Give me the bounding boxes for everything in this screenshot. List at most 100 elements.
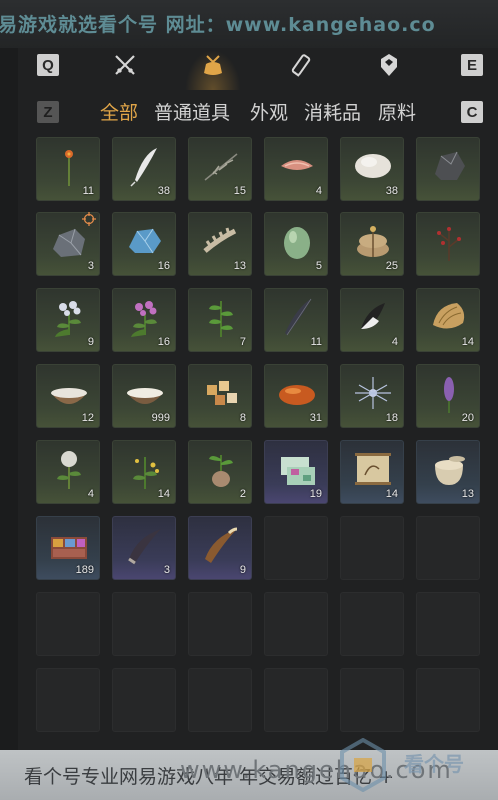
item-slot[interactable]: 5 — [264, 212, 328, 276]
grass-stalk-icon — [204, 153, 238, 181]
item-count: 5 — [315, 260, 322, 272]
item-count: 14 — [157, 488, 170, 500]
empty-slot[interactable] — [36, 668, 100, 732]
raw-meat-icon — [281, 160, 313, 170]
item-slot[interactable]: 9 — [188, 516, 252, 580]
weapon-icon — [115, 55, 135, 75]
category-weapon[interactable] — [108, 48, 142, 82]
item-slot[interactable]: 13 — [416, 440, 480, 504]
item-count: 9 — [239, 564, 246, 576]
item-count: 2 — [239, 488, 246, 500]
item-slot[interactable]: 19 — [264, 440, 328, 504]
item-count: 25 — [385, 260, 398, 272]
empty-slot[interactable] — [112, 668, 176, 732]
item-count: 31 — [309, 412, 322, 424]
item-slot[interactable] — [416, 137, 480, 201]
item-slot[interactable]: 7 — [188, 288, 252, 352]
empty-slot[interactable] — [340, 668, 404, 732]
spider-lily-icon — [355, 377, 391, 409]
scroll-painting-icon — [355, 453, 391, 485]
empty-slot[interactable] — [188, 592, 252, 656]
key-hint-q[interactable]: Q — [37, 54, 59, 76]
empty-slot[interactable] — [416, 592, 480, 656]
item-slot[interactable]: 13 — [188, 212, 252, 276]
item-count: 15 — [233, 185, 246, 197]
jewelry-box-icon — [51, 537, 87, 559]
item-slot[interactable]: 14 — [340, 440, 404, 504]
item-slot[interactable]: 31 — [264, 364, 328, 428]
item-slot[interactable]: 18 — [340, 364, 404, 428]
key-hint-e[interactable]: E — [461, 54, 483, 76]
item-slot[interactable]: 20 — [416, 364, 480, 428]
empty-slot[interactable] — [112, 592, 176, 656]
item-slot[interactable]: 8 — [188, 364, 252, 428]
item-slot[interactable]: 12 — [36, 364, 100, 428]
category-pouch[interactable] — [196, 48, 230, 82]
item-slot[interactable]: 9 — [36, 288, 100, 352]
empty-slot[interactable] — [340, 592, 404, 656]
purple-flower-spike-icon — [444, 377, 454, 413]
white-flower-herb-icon — [55, 301, 81, 337]
item-slot[interactable]: 999 — [112, 364, 176, 428]
item-count: 12 — [81, 412, 94, 424]
green-herb-icon — [209, 301, 233, 337]
item-count: 16 — [157, 336, 170, 348]
item-slot[interactable] — [416, 212, 480, 276]
empty-slot[interactable] — [416, 516, 480, 580]
category-crest[interactable] — [372, 48, 406, 82]
rice-bowl-icon — [127, 388, 163, 404]
key-hint-c[interactable]: C — [461, 101, 483, 123]
item-slot[interactable]: 25 — [340, 212, 404, 276]
blue-crystal-icon — [129, 228, 161, 254]
item-slot[interactable]: 15 — [188, 137, 252, 201]
empty-slot[interactable] — [264, 668, 328, 732]
item-slot[interactable]: 38 — [112, 137, 176, 201]
item-slot[interactable]: 14 — [416, 288, 480, 352]
item-count: 189 — [75, 564, 94, 576]
white-fur-icon — [355, 154, 391, 178]
dandelion-icon — [57, 451, 81, 489]
grain-sack-icon — [357, 226, 389, 257]
item-slot[interactable]: 11 — [264, 288, 328, 352]
item-count: 999 — [151, 412, 170, 424]
item-slot[interactable]: 3 — [112, 516, 176, 580]
green-melon-icon — [284, 227, 310, 259]
item-count: 4 — [315, 185, 322, 197]
empty-slot[interactable] — [188, 668, 252, 732]
item-slot[interactable]: 4 — [340, 288, 404, 352]
gift-box-icon — [281, 457, 315, 485]
category-scroll[interactable] — [284, 48, 318, 82]
empty-slot[interactable] — [264, 592, 328, 656]
shell-icon — [433, 303, 465, 329]
pink-flower-herb-icon — [131, 301, 157, 337]
item-count: 8 — [239, 412, 246, 424]
tab-materials[interactable]: 原料 — [378, 98, 416, 125]
key-hint-z[interactable]: Z — [37, 101, 59, 123]
item-slot[interactable]: 4 — [264, 137, 328, 201]
item-slot[interactable]: 2 — [188, 440, 252, 504]
empty-slot[interactable] — [264, 516, 328, 580]
item-count: 19 — [309, 488, 322, 500]
item-slot[interactable]: 38 — [340, 137, 404, 201]
item-count: 11 — [310, 336, 322, 348]
bone-icon — [203, 227, 237, 253]
empty-slot[interactable] — [416, 668, 480, 732]
item-slot[interactable]: 4 — [36, 440, 100, 504]
scroll-icon — [291, 54, 311, 77]
empty-slot[interactable] — [36, 592, 100, 656]
item-slot[interactable]: 14 — [112, 440, 176, 504]
tab-all[interactable]: 全部 — [100, 98, 138, 125]
empty-slot[interactable] — [340, 516, 404, 580]
pouch-icon — [204, 55, 222, 75]
item-slot[interactable]: 16 — [112, 288, 176, 352]
item-slot[interactable]: 16 — [112, 212, 176, 276]
tab-appearance[interactable]: 外观 — [250, 98, 288, 125]
item-slot[interactable]: 189 — [36, 516, 100, 580]
tab-consumables[interactable]: 消耗品 — [304, 98, 361, 125]
milk-bowl-icon — [51, 388, 87, 404]
item-slot[interactable]: 11 — [36, 137, 100, 201]
white-feather-icon — [130, 148, 157, 187]
ceramic-jar-icon — [435, 456, 465, 485]
bronze-horn-icon — [205, 527, 238, 563]
tab-common-items[interactable]: 普通道具 — [154, 98, 230, 125]
